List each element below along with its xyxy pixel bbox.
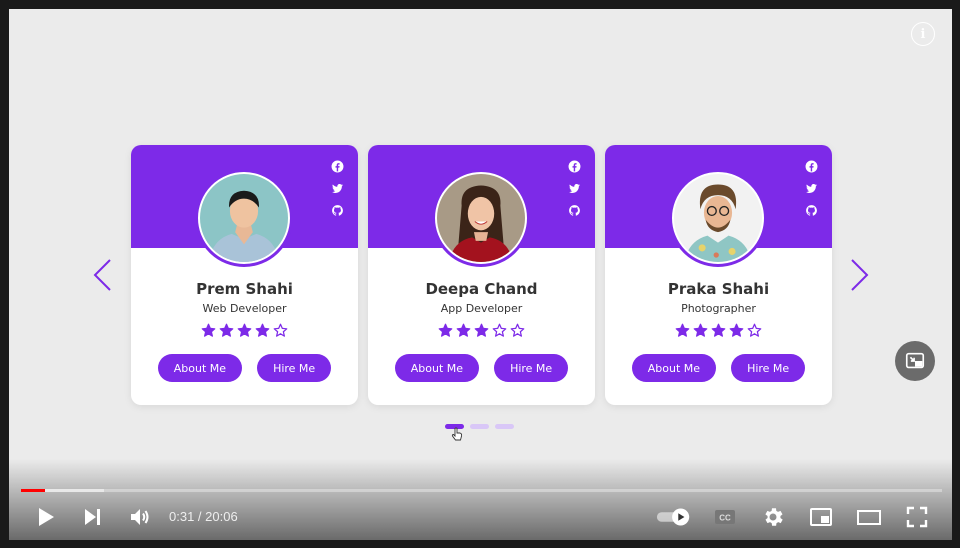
about-me-button[interactable]: About Me: [157, 354, 243, 382]
star-empty-icon: [747, 323, 762, 338]
star-filled-icon: [456, 323, 471, 338]
autoplay-icon: [656, 508, 690, 526]
info-icon[interactable]: i: [911, 22, 935, 46]
twitter-icon[interactable]: [330, 181, 344, 195]
volume-icon: [131, 509, 149, 525]
player-controls: 0:31 / 20:06 CC: [9, 499, 952, 535]
pagination-dot[interactable]: [495, 424, 514, 429]
star-filled-icon: [693, 323, 708, 338]
github-icon[interactable]: [567, 203, 581, 217]
profile-card: Deepa Chand App Developer About Me Hire …: [368, 145, 595, 405]
hire-me-button[interactable]: Hire Me: [494, 354, 569, 382]
facebook-icon[interactable]: [804, 159, 818, 173]
facebook-icon[interactable]: [330, 159, 344, 173]
star-rating: [605, 323, 832, 338]
svg-text:CC: CC: [719, 514, 731, 523]
twitter-icon[interactable]: [567, 181, 581, 195]
avatar: [195, 169, 293, 267]
avatar: [432, 169, 530, 267]
twitter-icon[interactable]: [804, 181, 818, 195]
carousel-prev-button[interactable]: [91, 257, 113, 293]
star-empty-icon: [510, 323, 525, 338]
star-filled-icon: [219, 323, 234, 338]
star-empty-icon: [492, 323, 507, 338]
star-filled-icon: [711, 323, 726, 338]
profile-role: Photographer: [681, 302, 756, 315]
gear-icon: [765, 508, 783, 526]
facebook-icon[interactable]: [567, 159, 581, 173]
profile-photo: [437, 174, 525, 262]
social-links: [330, 159, 344, 217]
profile-photo: [200, 174, 288, 262]
progress-bar[interactable]: [21, 489, 942, 492]
star-filled-icon: [201, 323, 216, 338]
star-filled-icon: [474, 323, 489, 338]
star-filled-icon: [255, 323, 270, 338]
about-me-button[interactable]: About Me: [631, 354, 717, 382]
captions-icon: CC: [715, 510, 735, 524]
star-rating: [131, 323, 358, 338]
video-player[interactable]: i Prem Shahi Web Developer About Me Hire…: [9, 9, 952, 540]
profile-name: Praka Shahi: [667, 280, 770, 298]
fullscreen-button[interactable]: [903, 503, 931, 531]
exit-pip-icon: [905, 352, 925, 369]
current-time: 0:31: [169, 509, 195, 524]
star-filled-icon: [438, 323, 453, 338]
star-empty-icon: [273, 323, 288, 338]
avatar: [669, 169, 767, 267]
time-display: 0:31 / 20:06: [169, 509, 238, 524]
autoplay-toggle[interactable]: [654, 503, 694, 531]
profile-role: App Developer: [440, 302, 523, 315]
about-me-button[interactable]: About Me: [394, 354, 480, 382]
theater-mode-icon: [857, 510, 881, 525]
progress-played: [21, 489, 45, 492]
skip-next-icon: [85, 509, 100, 525]
social-links: [567, 159, 581, 217]
miniplayer-icon: [810, 508, 832, 526]
miniplayer-button[interactable]: [807, 503, 835, 531]
pagination-dot[interactable]: [470, 424, 489, 429]
play-icon: [39, 508, 54, 526]
fullscreen-icon: [906, 506, 928, 528]
hire-me-button[interactable]: Hire Me: [731, 354, 806, 382]
play-button[interactable]: [31, 503, 59, 531]
captions-button[interactable]: CC: [711, 503, 739, 531]
volume-button[interactable]: [126, 503, 154, 531]
star-filled-icon: [237, 323, 252, 338]
settings-button[interactable]: [759, 503, 787, 531]
next-button[interactable]: [79, 503, 107, 531]
chevron-right-icon: [851, 259, 869, 291]
star-filled-icon: [729, 323, 744, 338]
profile-role: Web Developer: [202, 302, 287, 315]
profile-name: Prem Shahi: [196, 280, 293, 298]
carousel-next-button[interactable]: [849, 257, 871, 293]
star-filled-icon: [675, 323, 690, 338]
profile-photo: [674, 174, 762, 262]
github-icon[interactable]: [804, 203, 818, 217]
hand-cursor-icon: [451, 427, 463, 441]
pip-button[interactable]: [895, 341, 935, 381]
github-icon[interactable]: [330, 203, 344, 217]
theater-mode-button[interactable]: [855, 503, 883, 531]
chevron-left-icon: [93, 259, 111, 291]
hire-me-button[interactable]: Hire Me: [257, 354, 332, 382]
profile-card: Prem Shahi Web Developer About Me Hire M…: [131, 145, 358, 405]
social-links: [804, 159, 818, 217]
profile-card: Praka Shahi Photographer About Me Hire M…: [605, 145, 832, 405]
profile-name: Deepa Chand: [425, 280, 538, 298]
star-rating: [368, 323, 595, 338]
time-separator: /: [194, 509, 206, 524]
duration: 20:06: [205, 509, 238, 524]
